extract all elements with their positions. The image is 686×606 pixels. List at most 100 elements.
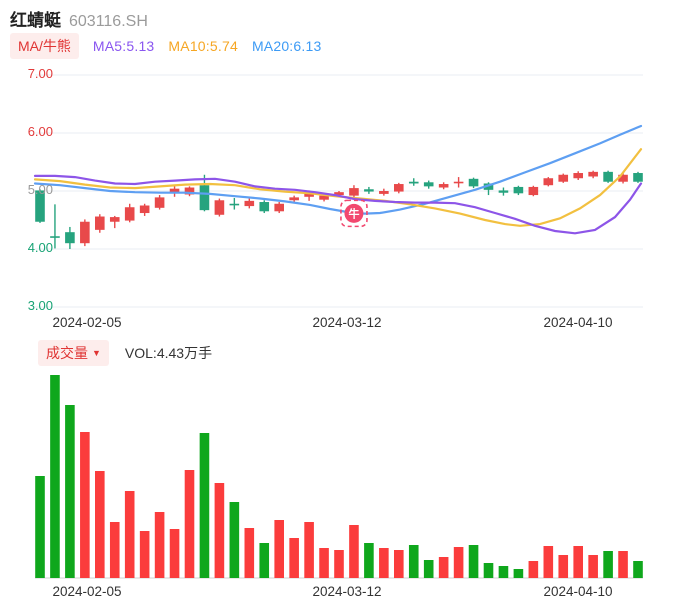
volume-bar[interactable] bbox=[95, 471, 105, 578]
date-tick-top-3: 2024-04-10 bbox=[543, 315, 613, 330]
volume-bar[interactable] bbox=[169, 529, 180, 578]
volume-bar[interactable] bbox=[259, 543, 270, 578]
volume-bar[interactable] bbox=[588, 555, 598, 578]
candle[interactable] bbox=[513, 186, 524, 194]
volume-readout: VOL:4.43万手 bbox=[124, 345, 213, 361]
candle[interactable] bbox=[558, 174, 569, 182]
volume-bar[interactable] bbox=[319, 548, 329, 578]
ma10-legend: MA10:5.74 bbox=[168, 38, 238, 54]
date-tick-top-1: 2024-02-05 bbox=[52, 315, 122, 330]
price-axis-label-7: 7.00 bbox=[27, 66, 53, 81]
ma-mode-badge[interactable]: MA/牛熊 bbox=[10, 33, 79, 59]
volume-bar[interactable] bbox=[35, 476, 45, 578]
stock-chart-app: 牛 红蜻蜓 603116.SH MA/牛熊 MA5:5.13 MA10:5.74… bbox=[0, 0, 686, 606]
price-axis-label-5: 5.00 bbox=[27, 182, 53, 197]
volume-bar[interactable] bbox=[199, 433, 210, 578]
dropdown-arrow-icon: ▼ bbox=[92, 347, 101, 358]
volume-bar[interactable] bbox=[289, 538, 299, 578]
candle[interactable] bbox=[80, 221, 90, 244]
candle[interactable] bbox=[259, 202, 270, 212]
ma5-legend: MA5:5.13 bbox=[92, 38, 155, 54]
candle[interactable] bbox=[573, 173, 583, 179]
candle[interactable] bbox=[154, 197, 165, 208]
price-axis-label-3: 3.00 bbox=[27, 298, 53, 313]
date-tick-bottom-1: 2024-02-05 bbox=[52, 584, 122, 599]
volume-bar[interactable] bbox=[109, 522, 120, 578]
volume-bar[interactable] bbox=[468, 545, 479, 578]
price-axis-label-6: 6.00 bbox=[27, 124, 53, 139]
candle[interactable] bbox=[603, 171, 613, 182]
volume-header: 成交量 ▼ VOL:4.43万手 bbox=[38, 340, 212, 366]
candle[interactable] bbox=[379, 191, 389, 194]
bull-badge-label: 牛 bbox=[348, 206, 359, 220]
candle[interactable] bbox=[274, 203, 284, 212]
candle[interactable] bbox=[438, 184, 449, 188]
stock-code: 603116.SH bbox=[69, 13, 148, 30]
volume-bar[interactable] bbox=[65, 405, 75, 578]
stock-name: 红蜻蜓 bbox=[10, 11, 61, 30]
candle[interactable] bbox=[468, 178, 479, 187]
volume-bar[interactable] bbox=[453, 547, 464, 578]
candle[interactable] bbox=[109, 217, 120, 222]
volume-bar[interactable] bbox=[139, 531, 150, 578]
volume-bar[interactable] bbox=[438, 557, 449, 578]
candle[interactable] bbox=[349, 188, 359, 196]
volume-bar[interactable] bbox=[483, 563, 494, 578]
volume-bar[interactable] bbox=[334, 550, 344, 578]
volume-bar[interactable] bbox=[394, 550, 404, 578]
candle[interactable] bbox=[139, 205, 150, 214]
candle[interactable] bbox=[50, 236, 60, 238]
candle[interactable] bbox=[244, 200, 255, 207]
candle[interactable] bbox=[65, 232, 75, 244]
volume-bar[interactable] bbox=[573, 546, 583, 578]
volume-bar[interactable] bbox=[513, 569, 524, 578]
price-axis-label-4: 4.00 bbox=[27, 240, 53, 255]
volume-bar[interactable] bbox=[423, 560, 434, 578]
volume-bar[interactable] bbox=[80, 432, 90, 578]
volume-bar[interactable] bbox=[558, 555, 569, 578]
volume-bar[interactable] bbox=[603, 551, 613, 578]
candle[interactable] bbox=[394, 184, 404, 192]
ma20-line bbox=[33, 124, 643, 215]
volume-bar[interactable] bbox=[364, 543, 374, 578]
volume-bar[interactable] bbox=[408, 545, 419, 578]
date-tick-top-2: 2024-03-12 bbox=[312, 315, 382, 330]
ma-legend: MA/牛熊 MA5:5.13 MA10:5.74 MA20:6.13 bbox=[10, 33, 321, 59]
candle[interactable] bbox=[199, 185, 210, 211]
candle[interactable] bbox=[408, 181, 419, 184]
candle[interactable] bbox=[633, 173, 643, 182]
volume-bar[interactable] bbox=[349, 525, 359, 578]
candle[interactable] bbox=[588, 171, 598, 177]
volume-bar[interactable] bbox=[528, 561, 539, 578]
volume-bar[interactable] bbox=[184, 470, 195, 578]
volume-dropdown[interactable]: 成交量 ▼ bbox=[38, 340, 109, 366]
date-tick-bottom-2: 2024-03-12 bbox=[312, 584, 382, 599]
candle[interactable] bbox=[289, 197, 299, 201]
candle[interactable] bbox=[528, 186, 539, 196]
candle[interactable] bbox=[453, 181, 464, 184]
volume-bar[interactable] bbox=[154, 512, 165, 578]
volume-bar[interactable] bbox=[633, 561, 643, 578]
candle[interactable] bbox=[364, 189, 374, 192]
volume-bar[interactable] bbox=[498, 566, 509, 578]
volume-bar[interactable] bbox=[543, 546, 554, 578]
kline-volume-chart[interactable]: 牛 bbox=[0, 0, 686, 606]
candle[interactable] bbox=[214, 200, 225, 215]
volume-bar[interactable] bbox=[244, 528, 255, 578]
volume-bar[interactable] bbox=[274, 520, 284, 578]
volume-bar[interactable] bbox=[50, 375, 60, 578]
volume-bar[interactable] bbox=[379, 548, 389, 578]
candle[interactable] bbox=[498, 190, 509, 193]
candle[interactable] bbox=[95, 216, 105, 230]
candle[interactable] bbox=[423, 182, 434, 187]
candle[interactable] bbox=[229, 203, 240, 206]
volume-bar[interactable] bbox=[124, 491, 135, 578]
volume-bar[interactable] bbox=[229, 502, 240, 578]
page-title: 红蜻蜓 603116.SH bbox=[10, 6, 148, 31]
volume-bar[interactable] bbox=[214, 483, 225, 578]
candle[interactable] bbox=[543, 178, 554, 186]
volume-badge-label: 成交量 bbox=[46, 345, 88, 361]
volume-bar[interactable] bbox=[618, 551, 628, 578]
volume-bar[interactable] bbox=[304, 522, 314, 578]
candle[interactable] bbox=[124, 207, 135, 221]
